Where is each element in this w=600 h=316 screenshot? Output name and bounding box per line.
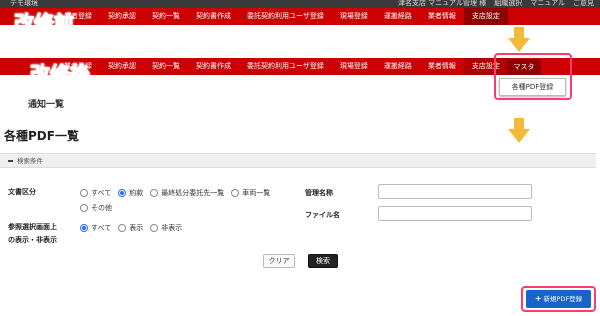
- option-label: すべて: [91, 189, 112, 197]
- display-option-hide[interactable]: 非表示: [150, 223, 182, 233]
- option-label: その他: [91, 204, 112, 212]
- main-nav-before: 業者登録 契約承認 契約一覧 契約書作成 委託契約利用ユーザ登録 現場登録 運搬…: [0, 8, 600, 25]
- new-pdf-button[interactable]: + 新規PDF登録: [526, 290, 591, 308]
- radio-selected-icon[interactable]: [80, 224, 88, 232]
- radio-icon[interactable]: [118, 224, 127, 232]
- after-label: 改修後: [30, 62, 91, 87]
- nav-item-contract-create[interactable]: 契約書作成: [188, 58, 239, 75]
- down-arrow-icon: [508, 27, 530, 53]
- user-links: 津名支店 マニュアル管理 様 組織選択 マニュアル ご意見: [398, 0, 594, 8]
- master-menu-highlight: [494, 53, 572, 100]
- document-type-radios: すべて 約款 最終処分委託先一覧 車両一覧: [80, 188, 277, 198]
- option-label: 最終処分委託先一覧: [161, 189, 225, 197]
- notice-list-title: 通知一覧: [28, 100, 65, 110]
- display-filter-radios: すべて 表示 非表示: [80, 223, 189, 233]
- search-panel-header[interactable]: 検索条件: [0, 154, 596, 168]
- doc-type-option-disposal[interactable]: 最終処分委託先一覧: [150, 188, 224, 198]
- clear-button[interactable]: クリア: [263, 254, 295, 268]
- nav-item-contract-list[interactable]: 契約一覧: [144, 58, 188, 75]
- collapse-icon[interactable]: [8, 160, 13, 162]
- nav-item-branch-settings[interactable]: 支店設定: [463, 8, 508, 25]
- doc-type-option-other[interactable]: その他: [80, 203, 112, 213]
- manager-name-input[interactable]: [378, 184, 532, 199]
- down-arrow-icon: [508, 118, 530, 144]
- doc-type-option-terms[interactable]: 約款: [118, 188, 143, 198]
- nav-item-contract-list[interactable]: 契約一覧: [144, 8, 188, 25]
- display-filter-label-line1: 参照選択画面上: [8, 223, 57, 231]
- file-name-input[interactable]: [378, 206, 532, 221]
- display-option-all[interactable]: すべて: [80, 223, 111, 233]
- search-panel-title: 検索条件: [17, 157, 43, 165]
- org-select-link[interactable]: 組織選択: [494, 0, 522, 8]
- nav-item-vendor-info[interactable]: 業者情報: [420, 8, 464, 25]
- nav-item-site-register[interactable]: 現場登録: [332, 8, 376, 25]
- display-filter-label-line2: の表示・非表示: [8, 236, 57, 244]
- top-utility-bar: デモ環境 津名支店 マニュアル管理 様 組織選択 マニュアル ご意見: [0, 0, 600, 8]
- doc-type-option-all[interactable]: すべて: [80, 188, 111, 198]
- nav-item-contract-create[interactable]: 契約書作成: [188, 8, 239, 25]
- option-label: 約款: [129, 189, 144, 197]
- page-title: 各種PDF一覧: [4, 129, 79, 143]
- radio-icon[interactable]: [231, 189, 240, 197]
- feedback-link[interactable]: ご意見: [573, 0, 594, 8]
- search-button[interactable]: 検索: [308, 254, 338, 268]
- doc-type-option-vehicles[interactable]: 車両一覧: [231, 188, 270, 198]
- nav-item-contract-approval[interactable]: 契約承認: [100, 58, 144, 75]
- manual-link[interactable]: マニュアル: [530, 0, 565, 8]
- nav-item-user-register[interactable]: 委託契約利用ユーザ登録: [239, 58, 332, 75]
- radio-icon[interactable]: [80, 204, 88, 212]
- option-label: 非表示: [161, 224, 183, 232]
- nav-item-vendor-info[interactable]: 業者情報: [420, 58, 464, 75]
- manager-name-label: 管理名称: [305, 189, 333, 197]
- nav-item-transport-route[interactable]: 運搬経路: [376, 8, 420, 25]
- nav-item-site-register[interactable]: 現場登録: [332, 58, 376, 75]
- nav-item-user-register[interactable]: 委託契約利用ユーザ登録: [239, 8, 332, 25]
- new-pdf-button-label: 新規PDF登録: [543, 295, 583, 303]
- document-type-label: 文書区分: [8, 188, 36, 196]
- option-label: すべて: [91, 224, 112, 232]
- display-option-show[interactable]: 表示: [118, 223, 143, 233]
- plus-icon: +: [534, 294, 542, 303]
- radio-icon[interactable]: [150, 224, 159, 232]
- option-label: 表示: [129, 224, 144, 232]
- before-label: 改修前: [14, 11, 75, 36]
- nav-item-transport-route[interactable]: 運搬経路: [376, 58, 420, 75]
- radio-selected-icon[interactable]: [118, 189, 127, 197]
- file-name-label: ファイル名: [305, 211, 340, 219]
- user-account-link[interactable]: 津名支店 マニュアル管理 様: [398, 0, 486, 8]
- document-type-radios-row2: その他: [80, 203, 119, 213]
- radio-icon[interactable]: [150, 189, 159, 197]
- nav-item-contract-approval[interactable]: 契約承認: [100, 8, 144, 25]
- option-label: 車両一覧: [242, 189, 271, 197]
- radio-icon[interactable]: [80, 189, 88, 197]
